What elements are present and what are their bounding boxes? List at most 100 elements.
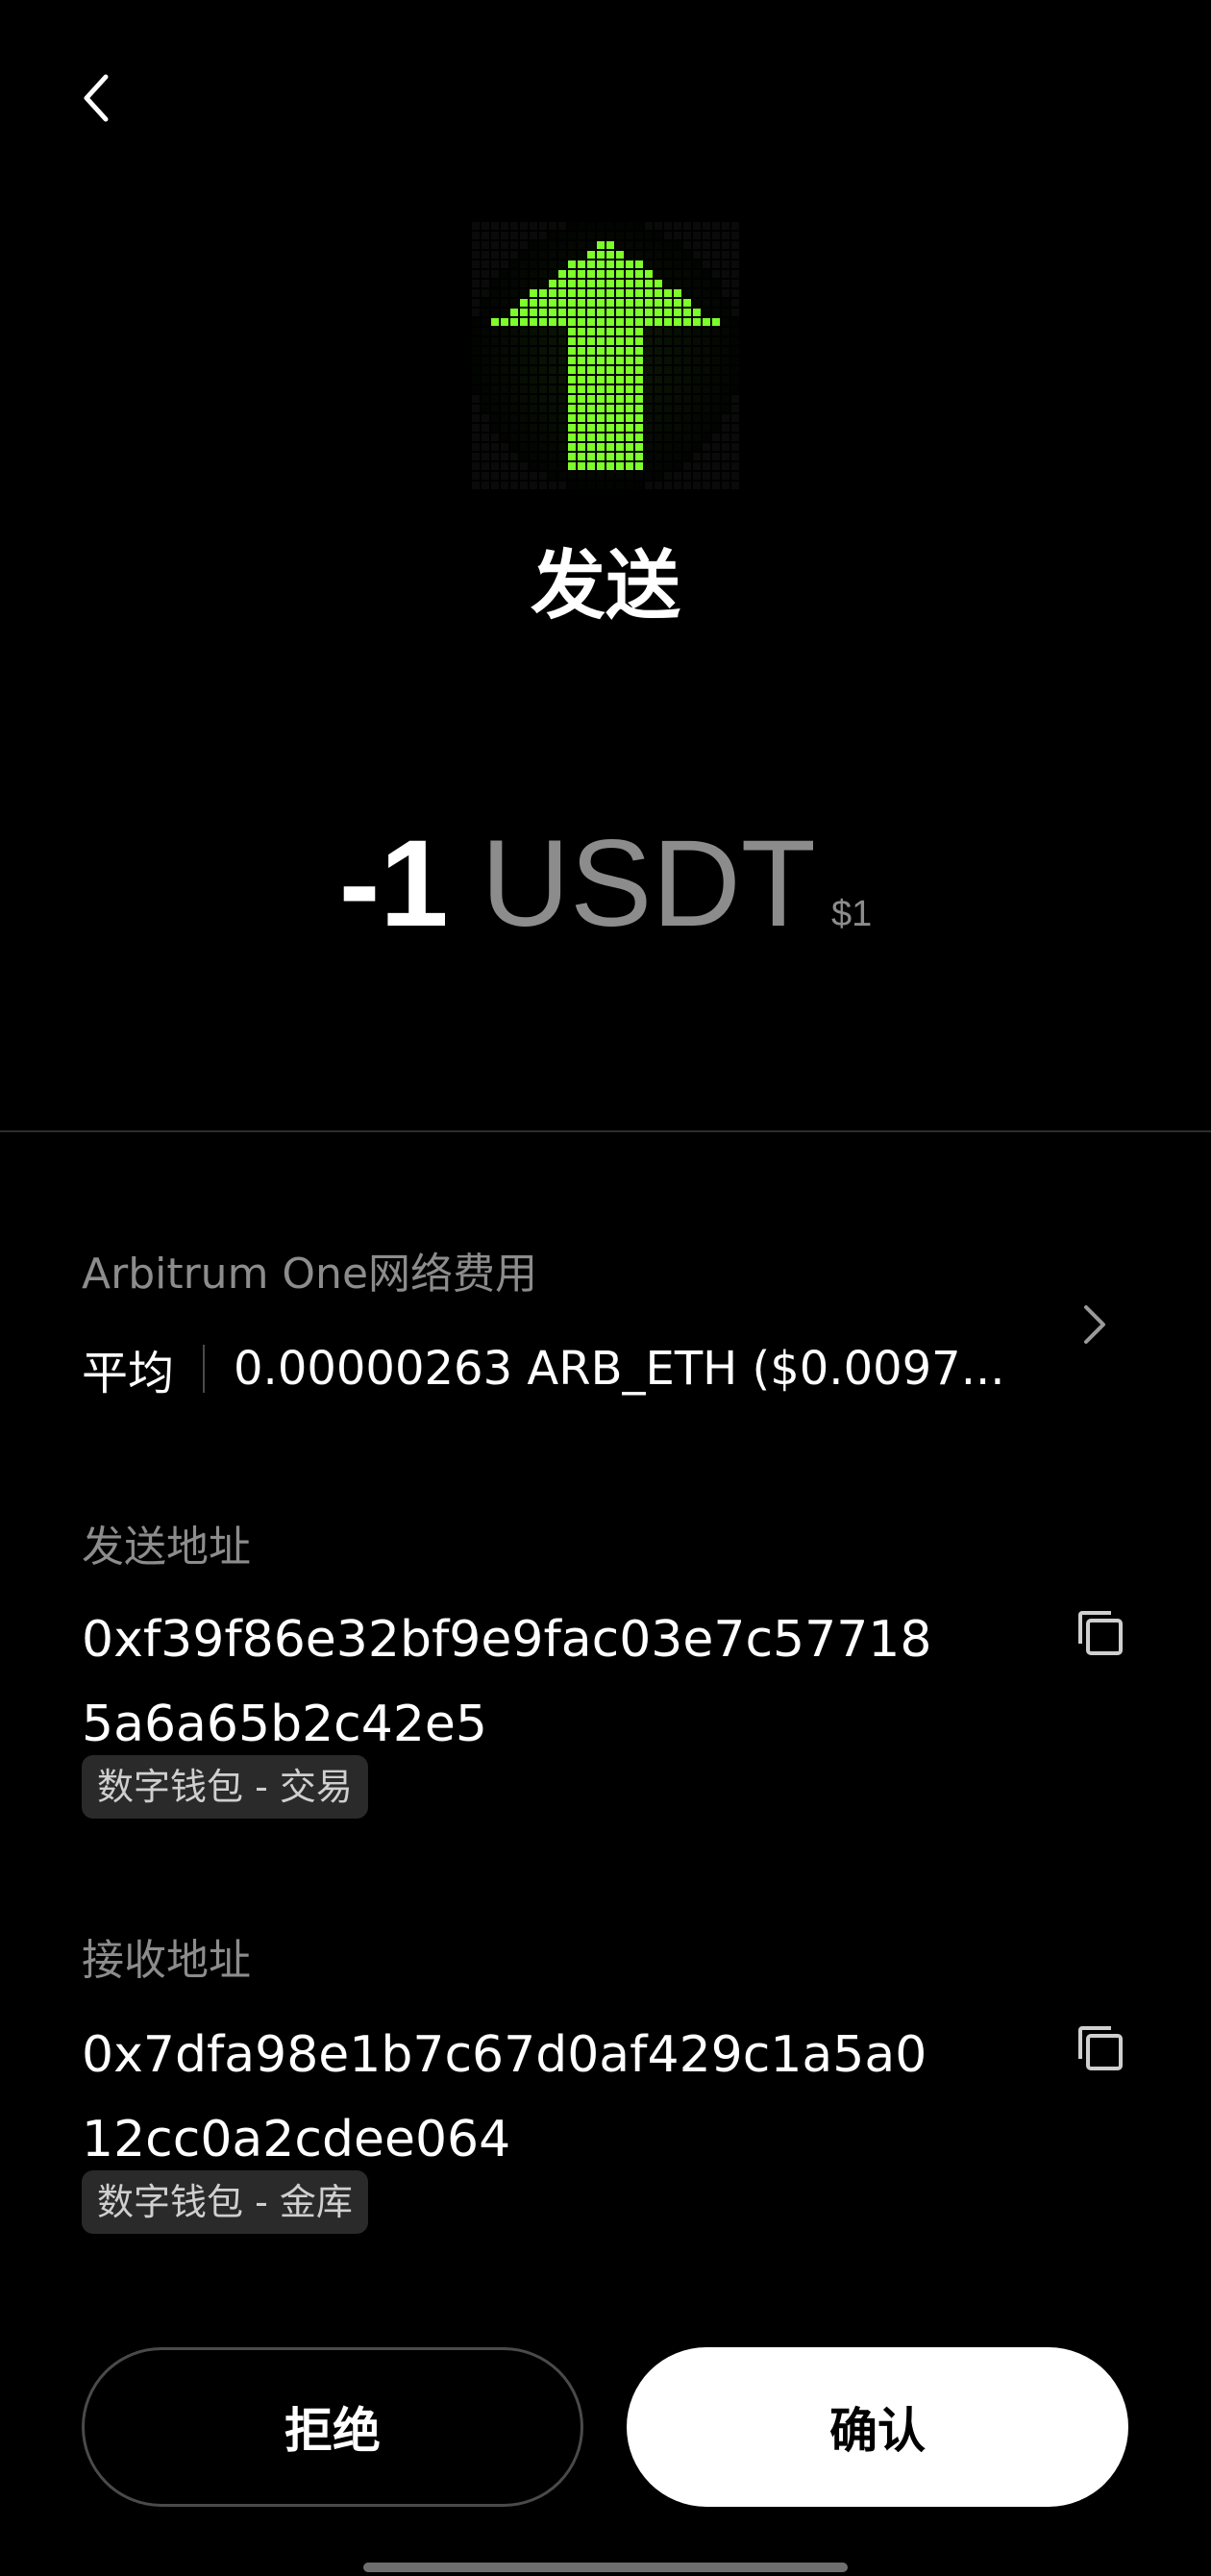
grid-pixel xyxy=(472,482,480,489)
arrow-pixel xyxy=(664,289,672,297)
grid-pixel xyxy=(674,337,681,345)
grid-pixel xyxy=(482,482,489,489)
grid-pixel xyxy=(712,241,720,249)
arrow-pixel xyxy=(587,443,595,451)
grid-pixel xyxy=(683,251,691,259)
grid-pixel xyxy=(645,433,653,441)
grid-pixel xyxy=(693,289,701,297)
grid-pixel xyxy=(683,260,691,268)
back-button[interactable] xyxy=(67,69,125,127)
grid-pixel xyxy=(501,385,508,393)
arrow-pixel xyxy=(597,414,605,422)
grid-pixel xyxy=(645,232,653,239)
arrow-pixel xyxy=(664,309,672,316)
arrow-pixel xyxy=(587,270,595,278)
grid-pixel xyxy=(472,357,480,364)
grid-pixel xyxy=(693,366,701,374)
grid-pixel xyxy=(482,472,489,480)
grid-pixel xyxy=(520,232,528,239)
copy-to-address-button[interactable] xyxy=(1075,2022,1126,2074)
grid-pixel xyxy=(712,472,720,480)
arrow-pixel xyxy=(616,347,624,355)
fee-chevron-button[interactable] xyxy=(1075,1298,1117,1351)
network-fee-row[interactable]: 平均 0.00000263 ARB_ETH ($0.0097... xyxy=(82,1338,1072,1400)
grid-pixel xyxy=(731,443,739,451)
grid-pixel xyxy=(597,232,605,239)
grid-pixel xyxy=(539,414,547,422)
arrow-pixel xyxy=(626,289,633,297)
grid-pixel xyxy=(520,260,528,268)
arrow-pixel xyxy=(616,299,624,307)
grid-pixel xyxy=(558,376,566,384)
grid-pixel xyxy=(520,241,528,249)
grid-pixel xyxy=(712,251,720,259)
grid-pixel xyxy=(472,424,480,432)
grid-pixel xyxy=(520,472,528,480)
arrow-pixel xyxy=(626,385,633,393)
grid-pixel xyxy=(510,241,518,249)
grid-pixel xyxy=(722,357,729,364)
grid-pixel xyxy=(510,232,518,239)
arrow-pixel xyxy=(606,299,614,307)
arrow-pixel xyxy=(587,289,595,297)
arrow-pixel xyxy=(549,280,556,287)
grid-pixel xyxy=(520,482,528,489)
arrow-pixel xyxy=(539,289,547,297)
grid-pixel xyxy=(674,222,681,230)
arrow-pixel xyxy=(616,328,624,335)
reject-button[interactable]: 拒绝 xyxy=(82,2347,583,2507)
grid-pixel xyxy=(482,299,489,307)
grid-pixel xyxy=(539,385,547,393)
grid-pixel xyxy=(731,405,739,412)
fee-speed: 平均 xyxy=(82,1347,175,1400)
arrow-pixel xyxy=(578,385,585,393)
grid-pixel xyxy=(501,462,508,470)
grid-pixel xyxy=(722,405,729,412)
grid-pixel xyxy=(510,472,518,480)
grid-pixel xyxy=(664,385,672,393)
grid-pixel xyxy=(530,472,537,480)
arrow-pixel xyxy=(597,453,605,460)
grid-pixel xyxy=(510,433,518,441)
grid-pixel xyxy=(501,260,508,268)
arrow-pixel xyxy=(616,376,624,384)
arrow-pixel xyxy=(597,251,605,259)
confirm-button[interactable]: 确认 xyxy=(627,2347,1128,2507)
grid-pixel xyxy=(645,472,653,480)
grid-pixel xyxy=(712,462,720,470)
grid-pixel xyxy=(655,232,662,239)
grid-pixel xyxy=(501,280,508,287)
grid-pixel xyxy=(472,414,480,422)
grid-pixel xyxy=(674,385,681,393)
arrow-pixel xyxy=(606,424,614,432)
grid-pixel xyxy=(664,357,672,364)
grid-pixel xyxy=(491,289,499,297)
grid-pixel xyxy=(722,299,729,307)
grid-pixel xyxy=(472,347,480,355)
copy-from-address-button[interactable] xyxy=(1075,1607,1126,1659)
grid-pixel xyxy=(558,347,566,355)
arrow-pixel xyxy=(635,462,643,470)
arrow-pixel xyxy=(578,347,585,355)
grid-pixel xyxy=(530,482,537,489)
grid-pixel xyxy=(539,472,547,480)
grid-pixel xyxy=(472,376,480,384)
grid-pixel xyxy=(693,472,701,480)
grid-pixel xyxy=(501,347,508,355)
grid-pixel xyxy=(645,366,653,374)
grid-pixel xyxy=(626,251,633,259)
home-indicator[interactable] xyxy=(363,2563,848,2572)
grid-pixel xyxy=(587,222,595,230)
grid-pixel xyxy=(491,366,499,374)
arrow-pixel xyxy=(635,289,643,297)
grid-pixel xyxy=(539,366,547,374)
grid-pixel xyxy=(683,433,691,441)
arrow-pixel xyxy=(626,260,633,268)
arrow-pixel xyxy=(635,270,643,278)
grid-pixel xyxy=(655,472,662,480)
grid-pixel xyxy=(674,414,681,422)
arrow-pixel xyxy=(578,318,585,326)
from-address-label: 发送地址 xyxy=(82,1523,251,1572)
grid-pixel xyxy=(472,222,480,230)
from-address-line2: 5a6a65b2c42e5 xyxy=(82,1696,487,1753)
